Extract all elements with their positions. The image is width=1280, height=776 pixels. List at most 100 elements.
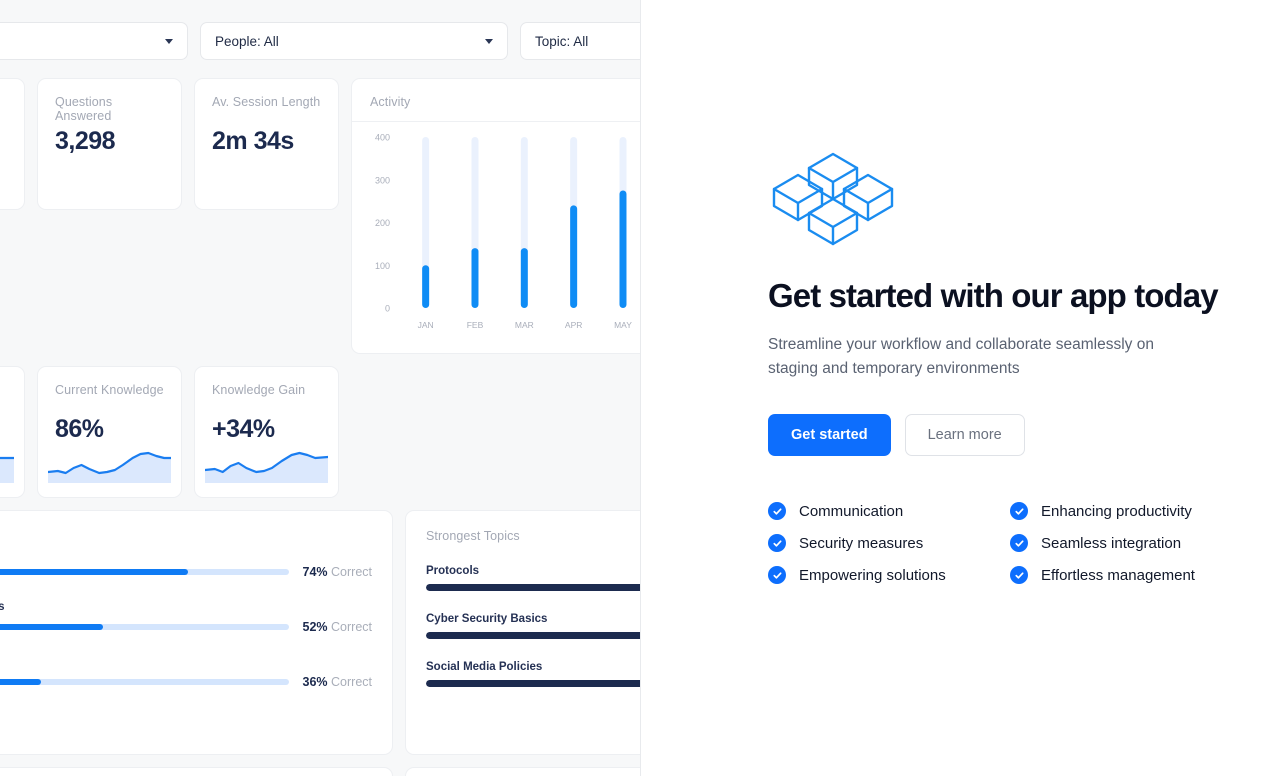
- feature-item: Security measures: [768, 534, 1010, 552]
- topics-row: Topics 74% Correct: [0, 510, 640, 755]
- topic-percent-value: 52%: [302, 620, 328, 634]
- feature-label: Effortless management: [1041, 566, 1195, 584]
- progress-bar: [426, 632, 640, 639]
- progress-fill: [0, 624, 103, 630]
- progress-bar: [426, 680, 640, 687]
- topic-percent-value: 74%: [302, 565, 328, 579]
- filter-topic[interactable]: Topic: All: [520, 22, 640, 60]
- stat-card-title: ers: [0, 95, 7, 109]
- progress-fill: [0, 569, 188, 575]
- stat-card-session-length[interactable]: Av. Session Length 2m 34s: [194, 78, 339, 210]
- topic-row: Social Media Policies: [426, 661, 640, 687]
- users-leaderboard-card[interactable]: derboard esse Thomas 37 Points - 98% Cor…: [0, 767, 393, 776]
- check-circle-icon: [1010, 534, 1028, 552]
- sparkline: [0, 439, 14, 483]
- dashboard-panel: me: All-time People: All Topic: All ers: [0, 0, 641, 776]
- topic-label: Social Media Policies: [426, 661, 543, 673]
- leaderboards-row: derboard esse Thomas 37 Points - 98% Cor…: [0, 767, 640, 776]
- svg-text:JAN: JAN: [418, 320, 434, 330]
- feature-list: Communication Enhancing productivity Sec…: [768, 502, 1280, 584]
- divider: [352, 121, 640, 122]
- activity-chart-title: Activity: [370, 95, 411, 109]
- stat-card-title: Knowledge Gain: [212, 383, 306, 397]
- topic-row: Protocols: [426, 565, 640, 591]
- stat-card-knowledge-gain[interactable]: Knowledge Gain +34%: [194, 366, 339, 498]
- strongest-topics-card[interactable]: Strongest Topics Protocols Cyber Securit…: [405, 510, 640, 755]
- topic-percent-suffix: Correct: [331, 565, 372, 579]
- svg-text:200: 200: [375, 218, 390, 228]
- stat-card-active-users[interactable]: ers: [0, 78, 25, 210]
- progress-bar: [0, 569, 289, 575]
- svg-text:100: 100: [375, 261, 390, 271]
- hero-panel: Get started with our app today Streamlin…: [641, 0, 1280, 776]
- svg-text:APR: APR: [565, 320, 582, 330]
- topic-label: Protocols: [426, 565, 480, 577]
- topic-percent: 52% Correct: [303, 620, 373, 634]
- hero-button-row: Get started Learn more: [768, 414, 1280, 456]
- progress-fill: [426, 584, 640, 591]
- svg-text:MAR: MAR: [515, 320, 534, 330]
- sparkline: [48, 439, 171, 483]
- feature-item: Empowering solutions: [768, 566, 1010, 584]
- cubes-logo-icon: [768, 150, 898, 253]
- stat-card-starting-knowledge[interactable]: nowledge i: [0, 366, 25, 498]
- progress-bar: [0, 679, 289, 685]
- stat-card-title: Current Knowledge: [55, 383, 164, 397]
- app-screen: me: All-time People: All Topic: All ers: [0, 0, 1280, 776]
- stat-card-questions-answered[interactable]: Questions Answered 3,298: [37, 78, 182, 210]
- svg-text:FEB: FEB: [467, 320, 484, 330]
- learn-more-button[interactable]: Learn more: [904, 414, 1025, 456]
- feature-item: Enhancing productivity: [1010, 502, 1252, 520]
- feature-item: Seamless integration: [1010, 534, 1252, 552]
- check-circle-icon: [768, 566, 786, 584]
- weakest-topics-card[interactable]: Topics 74% Correct: [0, 510, 393, 755]
- svg-text:0: 0: [385, 304, 390, 314]
- chevron-down-icon: [165, 38, 173, 44]
- svg-text:MAY: MAY: [614, 320, 632, 330]
- check-circle-icon: [1010, 502, 1028, 520]
- topic-percent: 74% Correct: [303, 565, 373, 579]
- svg-text:400: 400: [375, 133, 390, 143]
- topic-row: Cyber Security Basics: [426, 613, 640, 639]
- check-circle-icon: [768, 502, 786, 520]
- stat-card-value: 3,298: [55, 127, 116, 155]
- filter-topic-label: Topic: All: [535, 33, 589, 49]
- topic-percent-suffix: Correct: [331, 675, 372, 689]
- hero-subtitle: Streamline your workflow and collaborate…: [768, 336, 1154, 377]
- stat-card-title: nowledge i: [0, 383, 7, 397]
- chevron-down-icon: [485, 38, 493, 44]
- topic-label: etworking: [0, 656, 372, 668]
- feature-label: Seamless integration: [1041, 534, 1182, 552]
- topic-label: Cyber Security Basics: [426, 613, 548, 625]
- topic-percent-value: 36%: [302, 675, 328, 689]
- check-circle-icon: [1010, 566, 1028, 584]
- progress-fill: [0, 679, 41, 685]
- get-started-button[interactable]: Get started: [768, 414, 891, 456]
- filter-bar: me: All-time People: All Topic: All: [0, 0, 640, 78]
- topic-row: 74% Correct: [0, 565, 372, 579]
- filter-time[interactable]: me: All-time: [0, 22, 188, 60]
- activity-chart-card[interactable]: Activity 0100200300400JANFEBMARAPRMAYJUN: [351, 78, 640, 354]
- weakest-topics-title: Topics: [0, 529, 372, 543]
- page-title: Get started with our app today: [768, 277, 1219, 314]
- sparkline: [205, 439, 328, 483]
- feature-label: Communication: [799, 502, 904, 520]
- stats-row-top: ers Questions Answered 3,298 Av. Session…: [0, 78, 640, 354]
- strongest-topics-title: Strongest Topics: [426, 529, 520, 543]
- topic-percent-suffix: Correct: [331, 620, 372, 634]
- filter-people[interactable]: People: All: [200, 22, 508, 60]
- feature-label: Security measures: [799, 534, 924, 552]
- groups-leaderboard-card[interactable]: Groups Leaderboard Houston Facility 52 P…: [405, 767, 640, 776]
- progress-fill: [426, 680, 640, 687]
- feature-item: Communication: [768, 502, 1010, 520]
- topic-row: Basics Procedures 52% Correct: [0, 601, 372, 634]
- check-circle-icon: [768, 534, 786, 552]
- topic-percent: 36% Correct: [303, 675, 373, 689]
- feature-item: Effortless management: [1010, 566, 1252, 584]
- stat-card-title: Questions Answered: [55, 95, 113, 123]
- progress-bar: [426, 584, 640, 591]
- feature-label: Empowering solutions: [799, 566, 946, 584]
- progress-bar: [0, 624, 289, 630]
- stat-card-current-knowledge[interactable]: Current Knowledge 86%: [37, 366, 182, 498]
- progress-fill: [426, 632, 640, 639]
